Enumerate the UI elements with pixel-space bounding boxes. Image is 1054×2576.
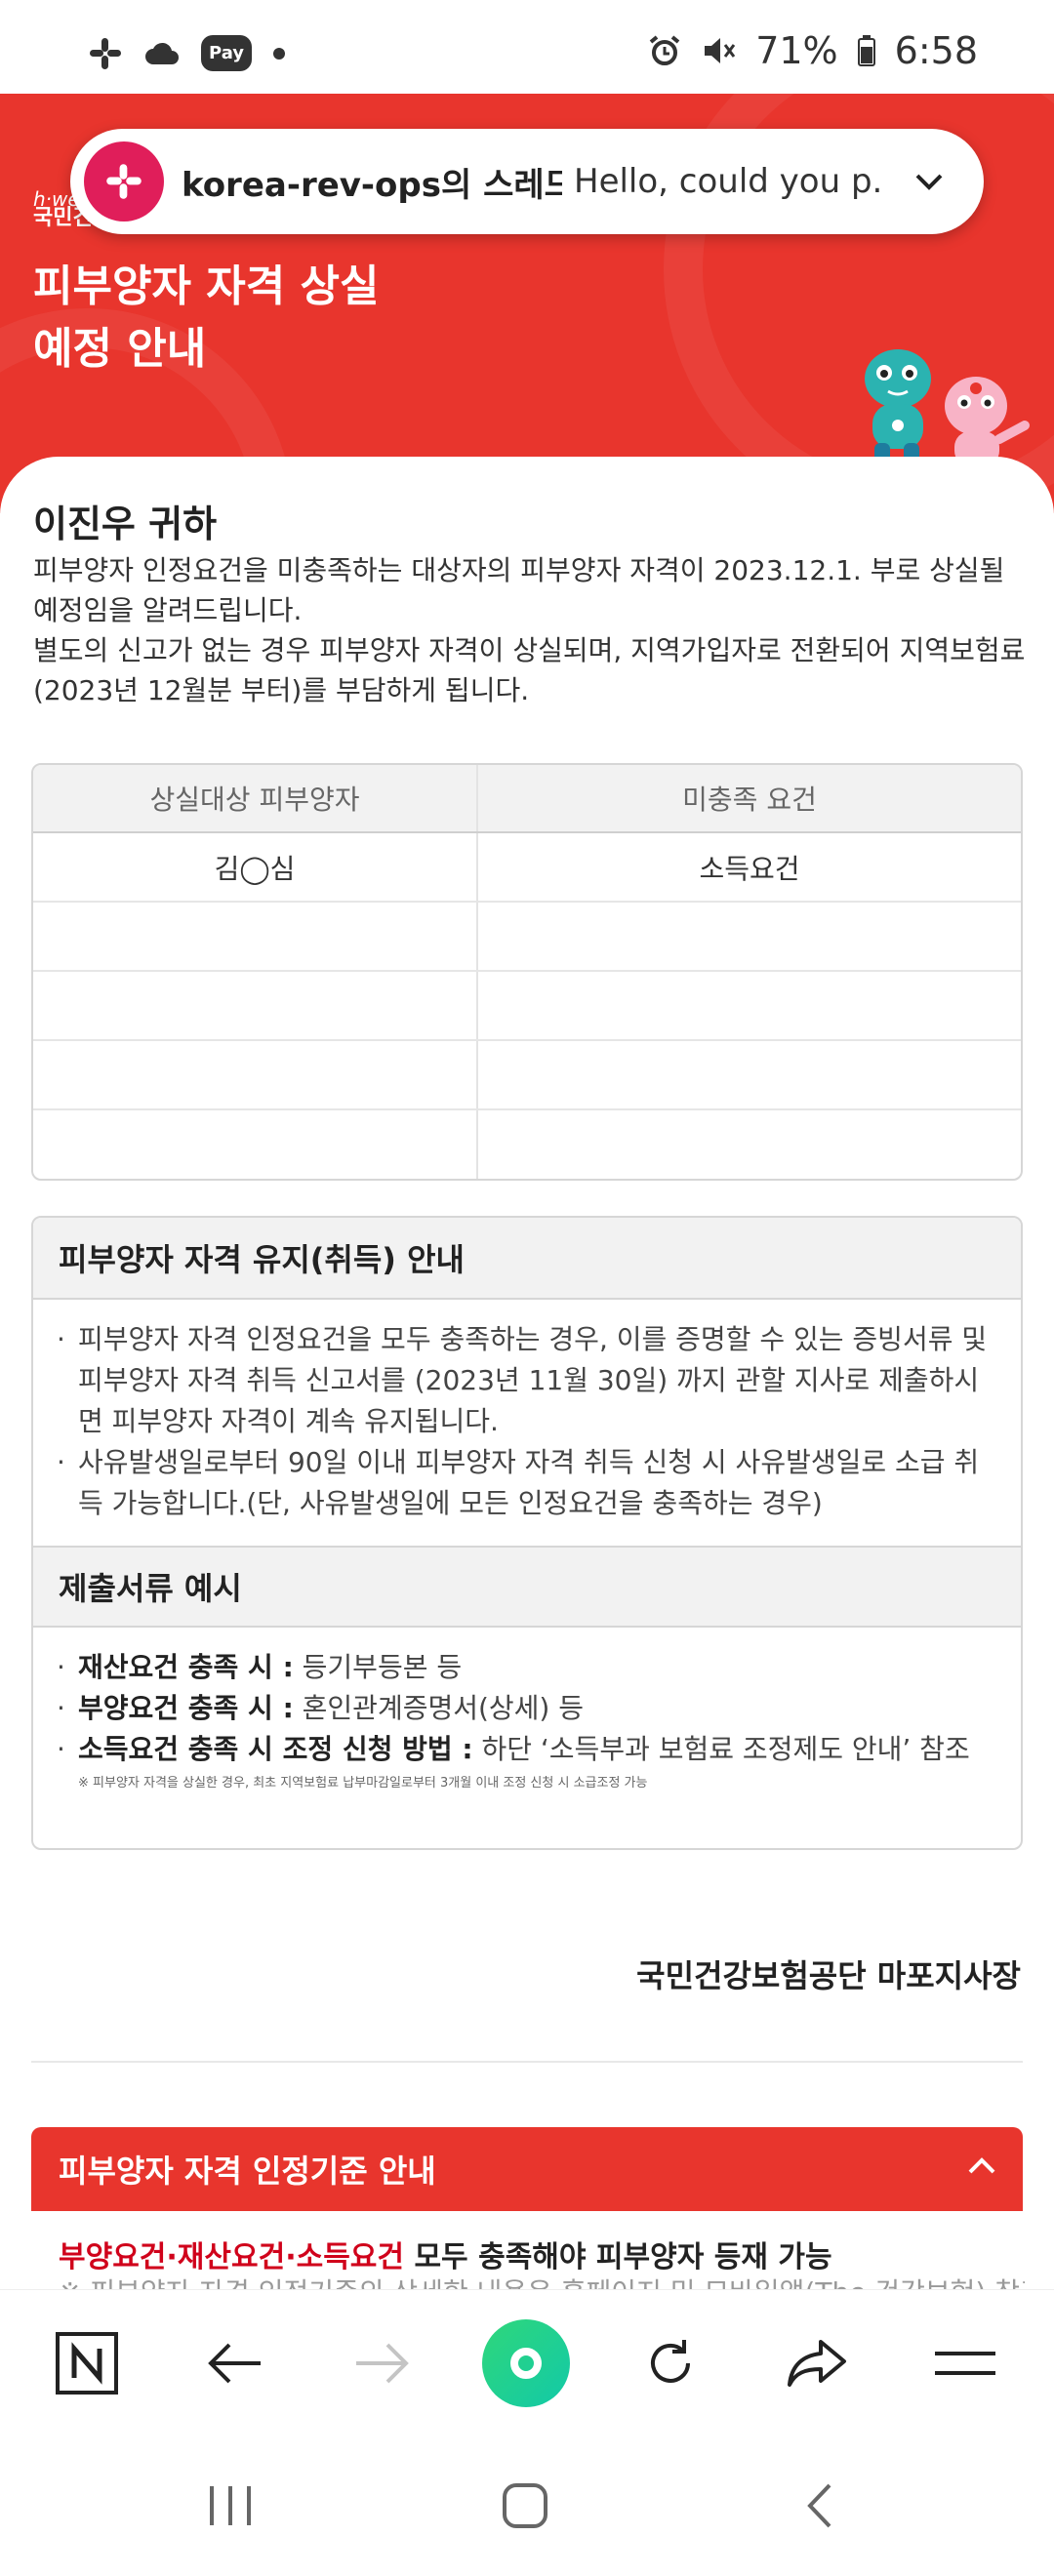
dependent-table: 상실대상 피부양자 미충족 요건 김◯심 소득요건 bbox=[31, 763, 1023, 1181]
recipient-greeting: 이진우 귀하 bbox=[33, 503, 218, 545]
footnote: ※ 피부양자 자격을 상실한 경우, 최초 지역보험료 납부마감일로부터 3개월… bbox=[78, 1776, 648, 1791]
mute-icon bbox=[705, 38, 736, 63]
divider bbox=[31, 2061, 1023, 2063]
document-item-text: 하단 ‘소득부과 보험료 조정제도 안내’ 참조 bbox=[472, 1733, 970, 1765]
recent-apps-icon bbox=[210, 2486, 251, 2525]
sender-signature: 국민건강보험공단 마포지사장 bbox=[636, 1957, 1021, 1994]
document-item: 부양요건 충족 시 : 혼인관계증명서(상세) 등 bbox=[57, 1688, 995, 1729]
refresh-icon bbox=[651, 2340, 690, 2383]
column-header: 상실대상 피부양자 bbox=[33, 765, 478, 831]
chevron-down-icon[interactable] bbox=[913, 172, 945, 191]
criteria-accordion-header[interactable]: 피부양자 자격 인정기준 안내 bbox=[31, 2127, 1023, 2211]
table-row bbox=[33, 1041, 1021, 1110]
documents-section-title: 제출서류 예시 bbox=[33, 1546, 1021, 1628]
slack-notification-icon bbox=[90, 37, 121, 69]
recent-apps-button[interactable] bbox=[201, 2478, 260, 2533]
chevron-up-icon[interactable] bbox=[966, 2154, 997, 2176]
back-button[interactable] bbox=[191, 2319, 279, 2407]
more-notifications-dot bbox=[273, 47, 286, 60]
page-title-line2: 예정 안내 bbox=[33, 324, 207, 374]
criteria-title: 피부양자 자격 인정기준 안내 bbox=[59, 2153, 436, 2190]
maintain-section-title: 피부양자 자격 유지(취득) 안내 bbox=[33, 1218, 1021, 1300]
home-button[interactable] bbox=[482, 2319, 570, 2407]
column-header: 미충족 요건 bbox=[682, 784, 817, 816]
back-chevron-icon bbox=[807, 2483, 831, 2528]
battery-icon bbox=[857, 35, 875, 66]
share-arrow-icon bbox=[788, 2340, 846, 2387]
table-cell bbox=[33, 972, 478, 1039]
alarm-icon bbox=[649, 35, 680, 65]
document-item: 소득요건 충족 시 조정 신청 방법 : 하단 ‘소득부과 보험료 조정제도 안… bbox=[57, 1729, 995, 1770]
notice-paragraph-2: 별도의 신고가 없는 경우 피부양자 자격이 상실되며, 지역가입자로 전환되어… bbox=[33, 634, 1026, 706]
table-row: 김◯심 소득요건 bbox=[33, 833, 1021, 903]
page-title-line1: 피부양자 자격 상실 bbox=[33, 262, 380, 311]
pay-icon: Pay bbox=[201, 35, 253, 71]
forward-arrow-icon bbox=[356, 2343, 409, 2384]
browser-toolbar bbox=[0, 2289, 1054, 2435]
table-cell bbox=[478, 1110, 1021, 1179]
green-dot-icon bbox=[482, 2319, 570, 2407]
maintain-section-body: 피부양자 자격 인정요건을 모두 충족하는 경우, 이를 증명할 수 있는 증빙… bbox=[33, 1300, 1021, 1546]
naver-tab-button[interactable] bbox=[43, 2319, 131, 2407]
system-navigation-bar bbox=[0, 2435, 1054, 2576]
status-right-icons: 71% 6:58 bbox=[648, 29, 978, 72]
criteria-summary-red: 부양요건·재산요건·소득요건 bbox=[59, 2240, 404, 2274]
table-cell: 김◯심 bbox=[33, 833, 478, 901]
clock: 6:58 bbox=[894, 29, 978, 72]
maintain-item: 사유발생일로부터 90일 이내 피부양자 자격 취득 신청 시 사유발생일로 소… bbox=[57, 1442, 995, 1524]
slack-icon bbox=[84, 141, 164, 221]
document-item-text: 혼인관계증명서(상세) 등 bbox=[293, 1692, 585, 1724]
slack-notification-bubble[interactable]: korea-rev-ops의 스레드:... Hello, could you … bbox=[70, 129, 984, 234]
document-item-label: 부양요건 충족 시 : bbox=[78, 1692, 294, 1724]
table-row bbox=[33, 972, 1021, 1041]
table-header: 상실대상 피부양자 미충족 요건 bbox=[33, 765, 1021, 833]
table-cell bbox=[478, 972, 1021, 1039]
document-item-label: 소득요건 충족 시 조정 신청 방법 : bbox=[78, 1733, 473, 1765]
criteria-summary: 부양요건·재산요건·소득요건 모두 충족해야 피부양자 등재 가능 bbox=[59, 2233, 832, 2275]
table-cell bbox=[33, 903, 478, 970]
criteria-summary-black: 모두 충족해야 피부양자 등재 가능 bbox=[404, 2240, 832, 2274]
page-title: 피부양자 자격 상실 예정 안내 bbox=[33, 256, 379, 381]
hamburger-menu-icon bbox=[935, 2352, 995, 2375]
notice-body: 피부양자 인정요건을 미충족하는 대상자의 피부양자 자격이 2023.12.1… bbox=[33, 550, 1029, 710]
document-item: 재산요건 충족 시 : 등기부등본 등 bbox=[57, 1647, 995, 1688]
back-arrow-icon bbox=[208, 2343, 261, 2384]
menu-button[interactable] bbox=[921, 2319, 1009, 2407]
share-button[interactable] bbox=[773, 2319, 861, 2407]
status-bar: Pay 71% 6:58 bbox=[0, 0, 1054, 94]
status-left-icons: Pay bbox=[88, 35, 286, 71]
table-cell bbox=[478, 1041, 1021, 1108]
info-box: 피부양자 자격 유지(취득) 안내 피부양자 자격 인정요건을 모두 충족하는 … bbox=[31, 1216, 1023, 1850]
notification-title: korea-rev-ops의 스레드:... bbox=[182, 165, 562, 205]
cloud-icon bbox=[145, 42, 179, 64]
table-cell: 소득요건 bbox=[699, 852, 800, 885]
home-square-icon bbox=[503, 2483, 547, 2528]
table-cell bbox=[478, 903, 1021, 970]
notification-message: Hello, could you p... bbox=[574, 162, 886, 201]
naver-n-icon bbox=[56, 2332, 118, 2395]
system-back-button[interactable] bbox=[790, 2478, 849, 2533]
table-cell bbox=[33, 1110, 478, 1179]
table-cell bbox=[33, 1041, 478, 1108]
forward-button[interactable] bbox=[338, 2319, 426, 2407]
system-home-button[interactable] bbox=[496, 2478, 554, 2533]
notice-paragraph-1: 피부양자 인정요건을 미충족하는 대상자의 피부양자 자격이 2023.12.1… bbox=[33, 554, 1005, 626]
document-item-text: 등기부등본 등 bbox=[293, 1651, 463, 1683]
battery-percent: 71% bbox=[755, 29, 838, 72]
refresh-button[interactable] bbox=[627, 2319, 714, 2407]
table-row bbox=[33, 1110, 1021, 1179]
document-item-label: 재산요건 충족 시 : bbox=[78, 1651, 294, 1683]
documents-section-body: 재산요건 충족 시 : 등기부등본 등 부양요건 충족 시 : 혼인관계증명서(… bbox=[33, 1628, 1021, 1815]
table-row bbox=[33, 903, 1021, 972]
maintain-item: 피부양자 자격 인정요건을 모두 충족하는 경우, 이를 증명할 수 있는 증빙… bbox=[57, 1319, 995, 1442]
